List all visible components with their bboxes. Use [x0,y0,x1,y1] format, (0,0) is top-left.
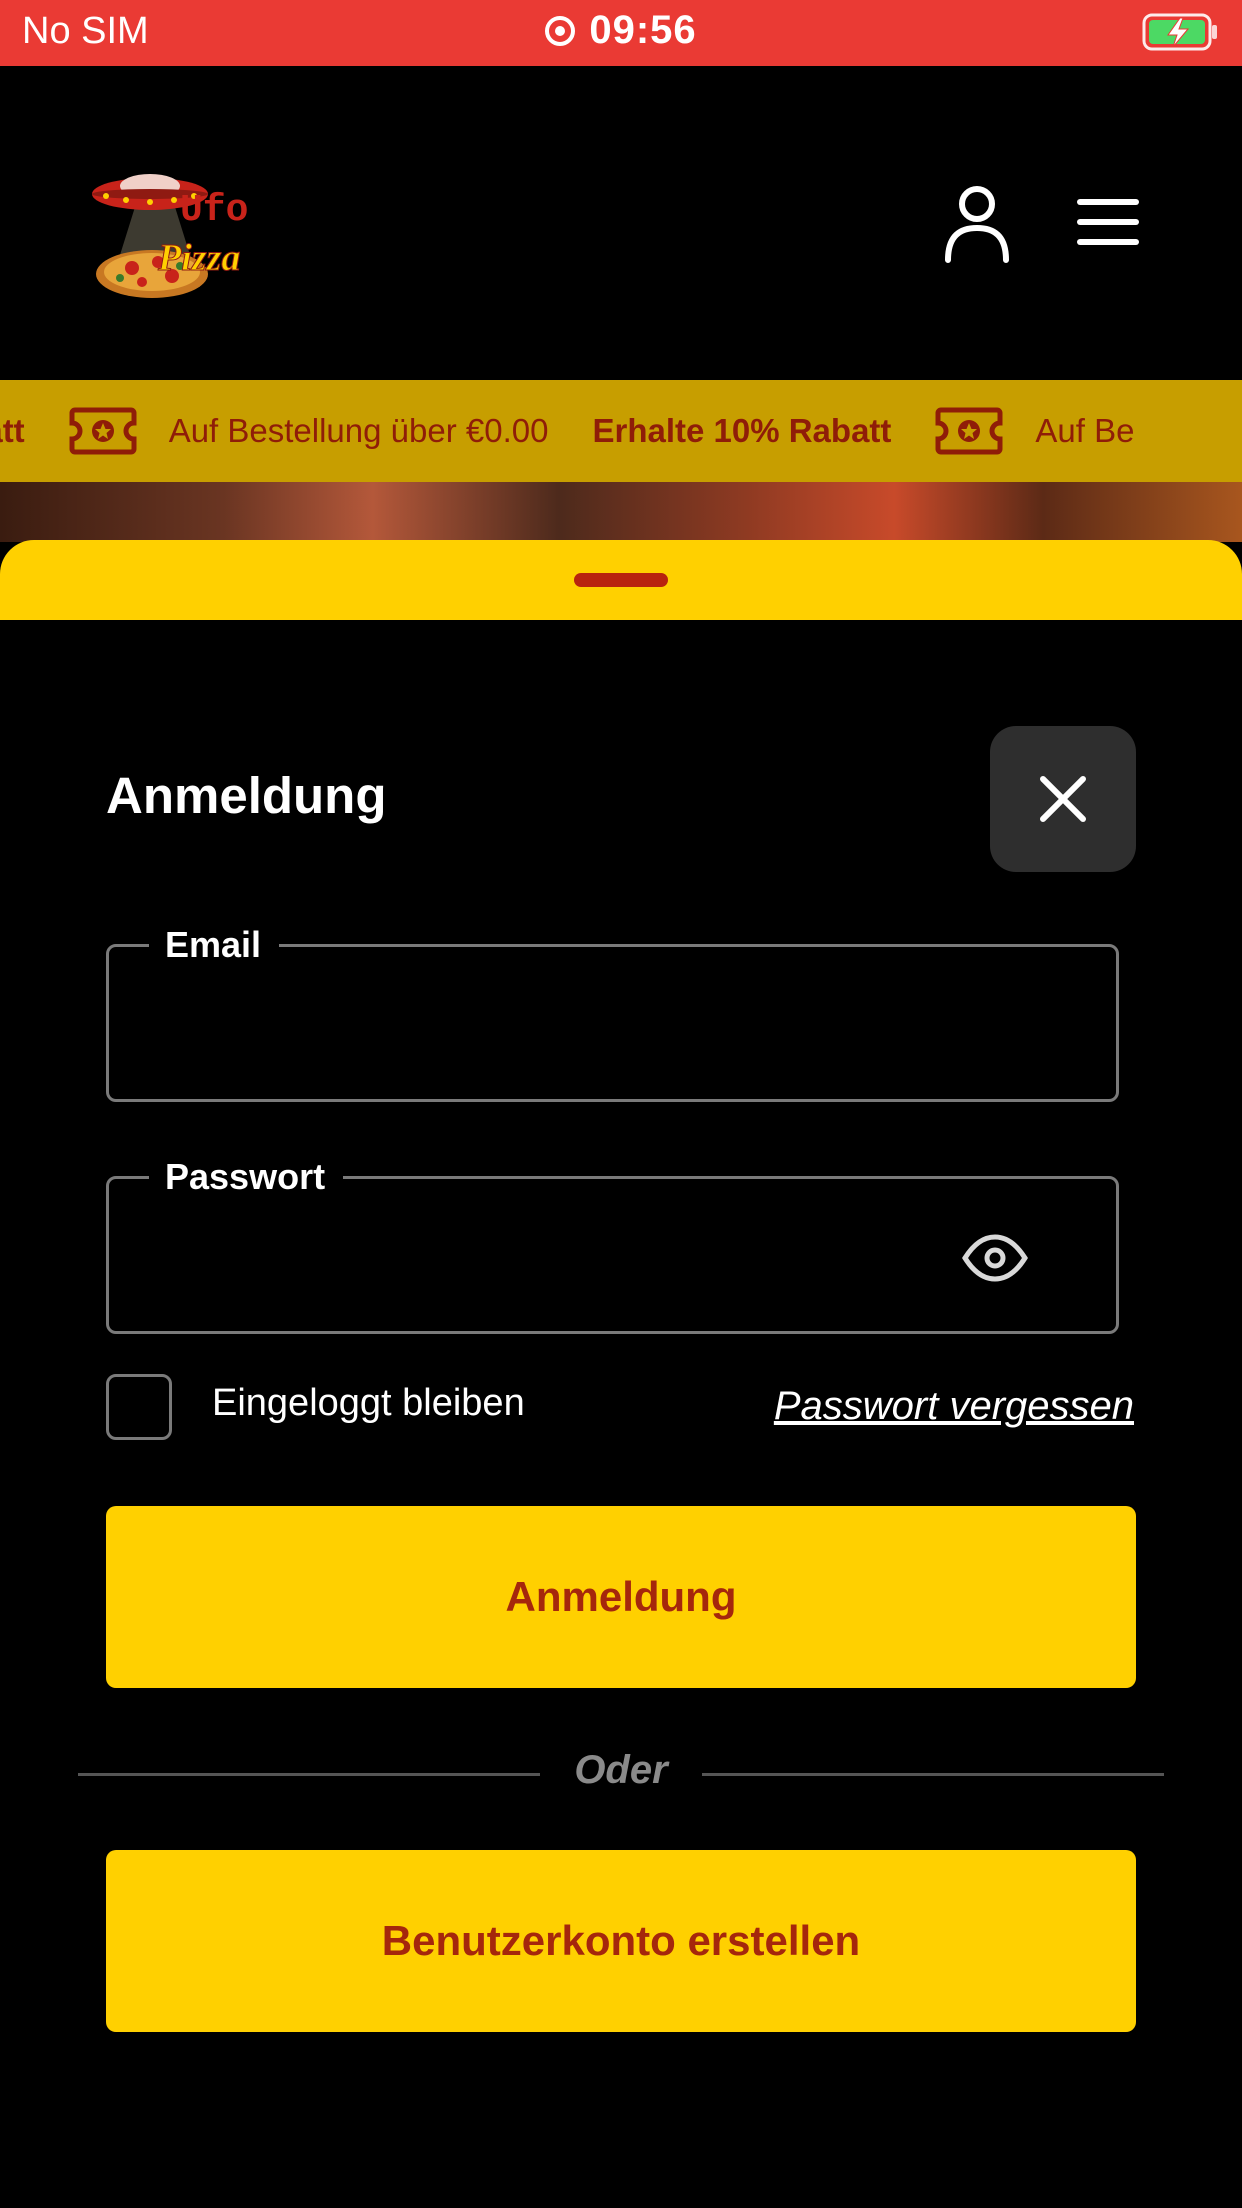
drag-handle[interactable] [574,573,668,587]
login-button[interactable]: Anmeldung [106,1506,1136,1688]
logo-text-top: Ufo [180,189,248,232]
forgot-password-link[interactable]: Passwort vergessen [774,1384,1134,1429]
remember-me-checkbox[interactable] [106,1374,172,1440]
status-bar: No SIM 09:56 [0,0,1242,66]
login-title: Anmeldung [106,767,387,824]
promo-text: Auf Bestellung über €0.00 [168,412,549,449]
password-label: Passwort [149,1149,344,1205]
promo-bold-text: Erhalte 10% Rabatt [592,412,892,449]
coupon-icon [69,407,137,455]
ufo-pizza-logo[interactable]: Ufo Pizza [80,162,290,312]
status-clock: 09:56 [0,8,1242,53]
coupon-icon [935,407,1003,455]
password-input[interactable] [139,1209,999,1305]
eye-icon[interactable] [961,1234,1029,1282]
sheet-header[interactable] [0,540,1242,620]
divider-text: Oder [574,1748,668,1792]
user-icon[interactable] [942,184,1012,264]
hero-food-image [0,482,1242,542]
page: No SIM 09:56 Ufo Pizza tt Auf Bestellung… [0,0,1242,2208]
promo-ticker: Rabatt Auf Bestellung über €0.00 Erhalte… [0,380,1242,482]
screen-recording-icon [545,16,576,46]
close-icon [1040,776,1086,822]
time-label: 09:56 [589,8,697,52]
promo-bold-text: Rabatt [0,412,25,449]
remember-me-label[interactable]: Eingeloggt bleiben [212,1382,525,1425]
create-account-button[interactable]: Benutzerkonto erstellen [106,1850,1136,2032]
email-field[interactable]: Email [106,917,1119,1102]
divider-line [702,1773,1164,1776]
close-button[interactable] [990,726,1136,872]
login-sheet: Anmeldung Email Passwort Eingeloggt blei… [0,620,1242,2208]
email-label: Email [149,917,280,973]
battery-charging-icon [1142,13,1217,51]
divider-line [78,1773,540,1776]
menu-icon[interactable] [1076,196,1140,248]
password-field[interactable]: Passwort [106,1149,1119,1334]
promo-text: Auf Be [1035,412,1135,449]
logo-text-bottom: Pizza [157,237,240,279]
app-header: Ufo Pizza [0,66,1242,380]
email-input[interactable] [139,977,999,1073]
promo-track: Rabatt Auf Bestellung über €0.00 Erhalte… [0,380,1134,482]
